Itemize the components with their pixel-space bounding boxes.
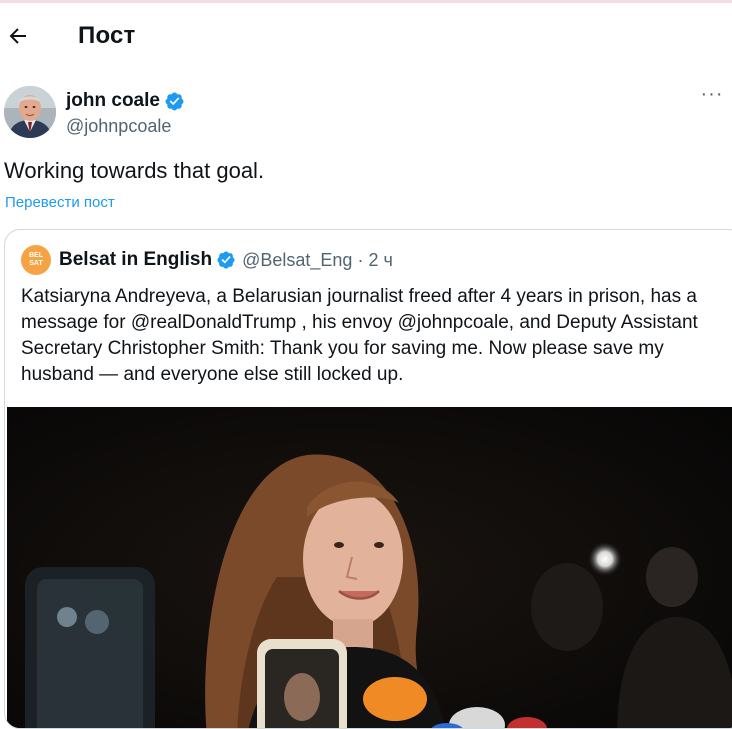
verified-badge-icon — [217, 251, 235, 269]
more-horizontal-icon: ··· — [700, 83, 724, 105]
quoted-timestamp[interactable]: 2 ч — [368, 250, 392, 271]
author-handle[interactable]: @johnpcoale — [66, 116, 171, 137]
quoted-author-handle[interactable]: @Belsat_Eng — [242, 250, 352, 271]
page-title: Пост — [78, 22, 136, 49]
author-name-label: john coale — [66, 90, 160, 111]
photo-journalist-press — [7, 407, 732, 728]
avatar[interactable] — [4, 86, 56, 138]
more-options-button[interactable]: ··· — [698, 84, 726, 108]
post-text: Working towards that goal. — [4, 158, 265, 183]
author-name[interactable]: john coale — [66, 90, 185, 112]
post-header: Пост — [0, 14, 732, 62]
avatar-image — [4, 86, 56, 138]
translate-post-link[interactable]: Перевести пост — [5, 194, 115, 211]
verified-badge-icon — [165, 92, 184, 110]
belsat-logo[interactable]: BEL SAT — [21, 245, 51, 275]
top-border — [0, 0, 732, 3]
arrow-left-icon — [9, 28, 26, 44]
belsat-logo-line2: SAT — [29, 260, 43, 267]
quoted-post-header: BEL SAT Belsat in English @Belsat_Eng · … — [21, 244, 393, 276]
separator-dot: · — [357, 249, 364, 270]
quoted-post-photo[interactable] — [7, 407, 732, 728]
quoted-post[interactable]: BEL SAT Belsat in English @Belsat_Eng · … — [4, 229, 732, 729]
quoted-post-text: Katsiaryna Andreyeva, a Belarusian journ… — [21, 286, 698, 385]
post-author: john coale @johnpcoale ··· — [4, 84, 728, 142]
back-button[interactable] — [6, 24, 34, 52]
belsat-logo-line1: BEL — [29, 252, 43, 259]
quoted-author-name[interactable]: Belsat in English — [59, 249, 212, 271]
